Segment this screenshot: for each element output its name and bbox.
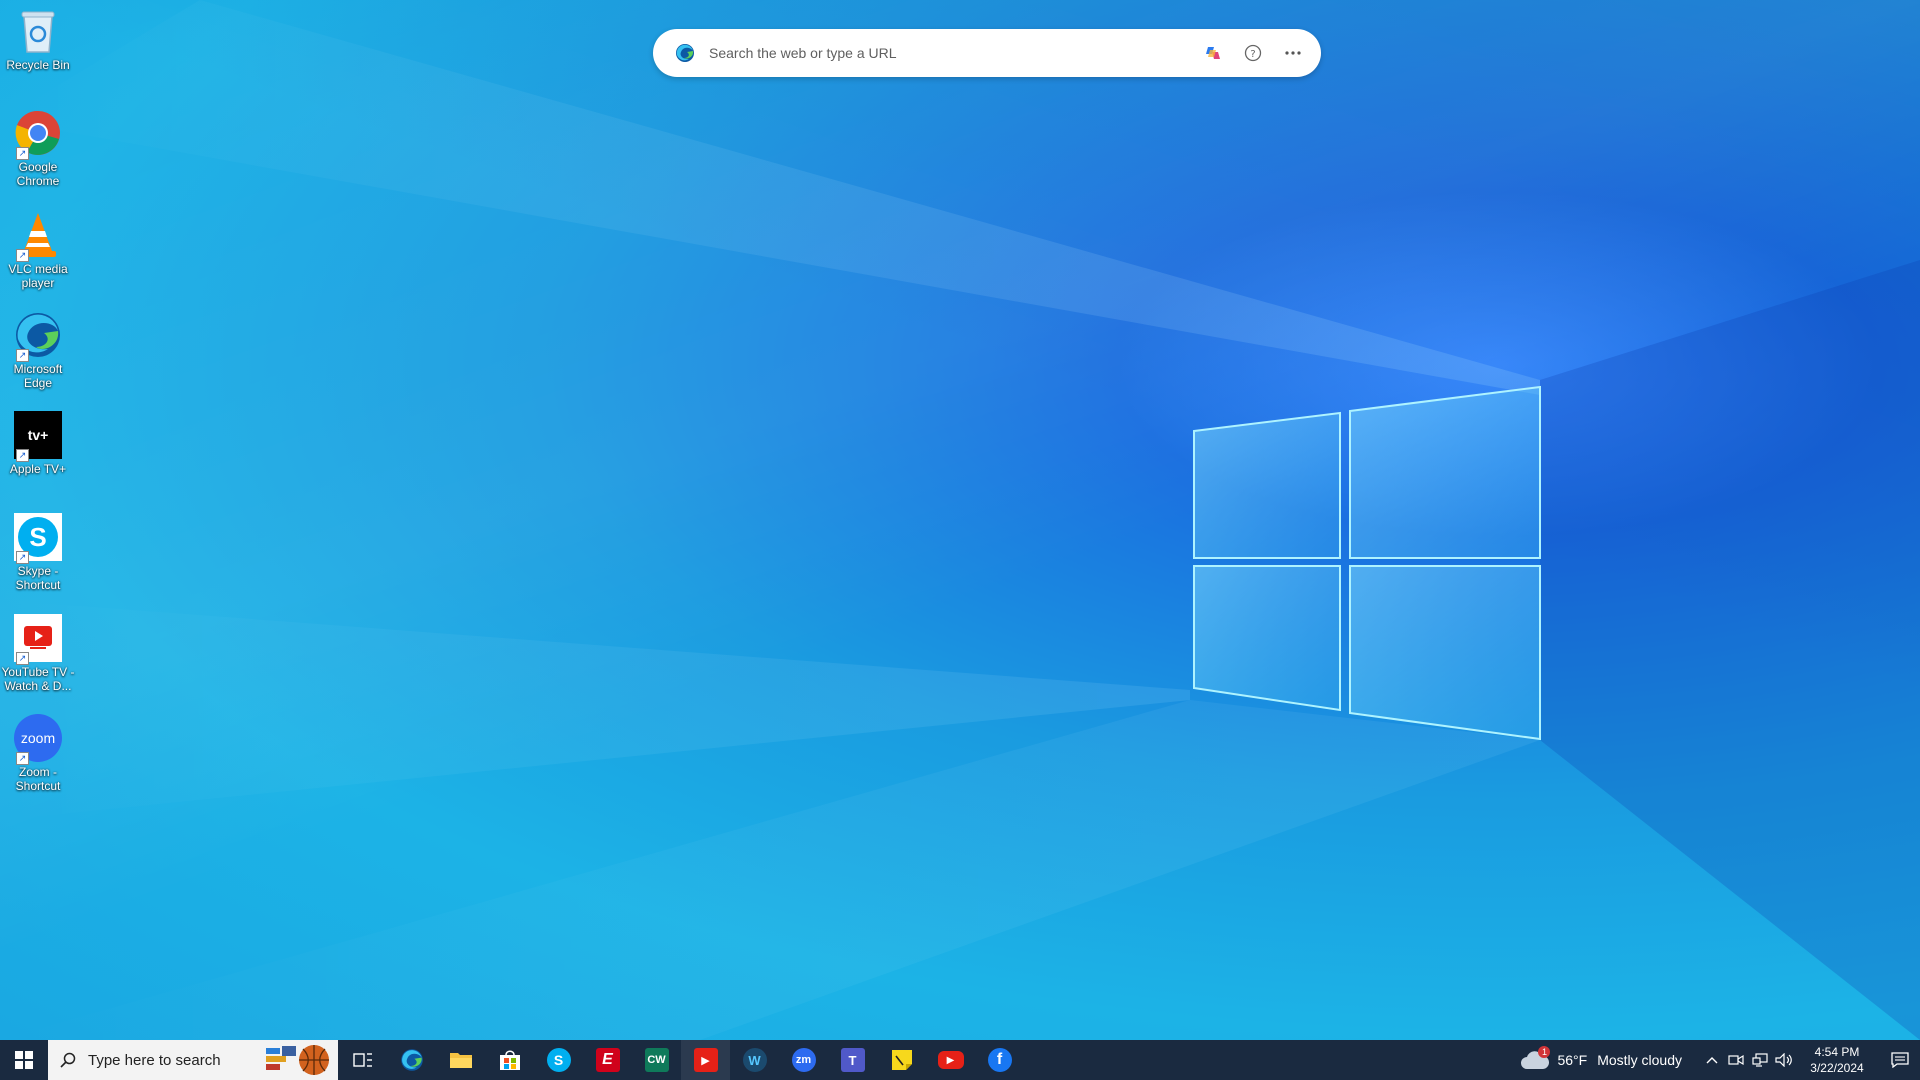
clock-date: 3/22/2024 [1810, 1061, 1864, 1075]
youtube-icon: ▶ [937, 1051, 964, 1069]
search-highlights-basketball-icon[interactable] [262, 1042, 334, 1078]
desktop-icon-label: VLC media player [8, 262, 68, 290]
taskbar-facebook[interactable]: f [975, 1040, 1024, 1080]
apple-tv-icon: tv+ ↗ [13, 410, 63, 462]
taskbar-zoom[interactable]: zm [779, 1040, 828, 1080]
weather-widget[interactable]: 1 56°F Mostly cloudy [1521, 1046, 1682, 1071]
apple-tv-glyph: tv+ [27, 427, 49, 443]
speaker-icon [1775, 1053, 1792, 1067]
desktop-icon-label: Apple TV+ [9, 462, 67, 476]
skype-icon: S [546, 1048, 571, 1072]
taskbar: S E CW ▶ W zm T ▶ f 1 [0, 1040, 1920, 1080]
edge-search-input[interactable] [707, 44, 1199, 62]
windows-start-icon [15, 1051, 33, 1069]
edge-logo-icon [676, 44, 694, 62]
network-icon [1752, 1053, 1768, 1067]
more-icon [1285, 51, 1301, 55]
edge-icon: ↗ [13, 310, 63, 362]
shortcut-arrow-icon: ↗ [16, 652, 29, 665]
store-icon [499, 1050, 520, 1070]
zoom-icon: zoom ↗ [13, 713, 63, 765]
taskbar-skype[interactable]: S [534, 1040, 583, 1080]
zoom-icon: zm [791, 1048, 816, 1072]
copilot-button[interactable] [1199, 39, 1227, 67]
taskbar-edge[interactable] [387, 1040, 436, 1080]
taskbar-youtube[interactable]: ▶ [926, 1040, 975, 1080]
system-tray: 1 56°F Mostly cloudy 4:54 PM 3/22/2024 [1521, 1040, 1920, 1080]
network-button[interactable] [1748, 1040, 1772, 1080]
svg-text:?: ? [1250, 49, 1255, 60]
desktop-icon-youtube-tv[interactable]: ↗ YouTube TV - Watch & D... [0, 613, 76, 693]
skype-icon: S ↗ [13, 512, 63, 564]
camera-icon [1728, 1054, 1744, 1066]
youtube-tv-icon: ↗ [13, 613, 63, 665]
windows-logo-wallpaper [1193, 385, 1541, 741]
meet-now-button[interactable] [1724, 1040, 1748, 1080]
shortcut-arrow-icon: ↗ [16, 349, 29, 362]
weather-temperature: 56°F [1557, 1052, 1588, 1068]
help-icon: ? [1244, 44, 1262, 62]
cw-icon: CW [644, 1048, 669, 1072]
search-icon [60, 1052, 76, 1068]
taskbar-search-input[interactable] [86, 1050, 250, 1070]
taskbar-cw[interactable]: CW [632, 1040, 681, 1080]
weather-condition: Mostly cloudy [1597, 1052, 1682, 1068]
clock[interactable]: 4:54 PM 3/22/2024 [1802, 1044, 1872, 1076]
edge-search-bar[interactable]: ? [653, 29, 1321, 77]
desktop-icon-recycle-bin[interactable]: Recycle Bin [0, 6, 76, 72]
desktop-icon-label: Microsoft Edge [13, 362, 63, 390]
shortcut-arrow-icon: ↗ [16, 147, 29, 160]
help-button[interactable]: ? [1239, 39, 1267, 67]
edge-icon [400, 1049, 423, 1071]
desktop[interactable]: Recycle Bin ↗ Google Chrome ↗ VLC media … [0, 0, 1920, 1040]
espn-icon: E [595, 1048, 620, 1072]
desktop-icon-skype[interactable]: S ↗ Skype - Shortcut [0, 512, 76, 592]
cloud-icon: 1 [1521, 1046, 1551, 1071]
webex-icon: W [742, 1048, 767, 1072]
desktop-icon-label: Google Chrome [16, 160, 60, 188]
taskbar-task-view[interactable] [338, 1040, 387, 1080]
volume-button[interactable] [1772, 1040, 1796, 1080]
chrome-icon: ↗ [13, 108, 63, 160]
desktop-icon-vlc[interactable]: ↗ VLC media player [0, 210, 76, 290]
copilot-icon [1206, 47, 1220, 59]
desktop-icon-label: YouTube TV - Watch & D... [1, 665, 75, 693]
more-options-button[interactable] [1279, 39, 1307, 67]
desktop-icon-apple-tv[interactable]: tv+ ↗ Apple TV+ [0, 410, 76, 476]
desktop-icon-microsoft-edge[interactable]: ↗ Microsoft Edge [0, 310, 76, 390]
sticky-notes-icon [891, 1050, 912, 1070]
folder-icon [449, 1053, 472, 1068]
taskbar-youtube-tv[interactable]: ▶ [681, 1040, 730, 1080]
youtube-tv-icon: ▶ [693, 1048, 718, 1072]
start-button[interactable] [0, 1040, 48, 1080]
desktop-icon-label: Zoom - Shortcut [15, 765, 61, 793]
desktop-icon-zoom[interactable]: zoom ↗ Zoom - Shortcut [0, 713, 76, 793]
taskbar-sticky-notes[interactable] [877, 1040, 926, 1080]
vlc-cone-icon: ↗ [13, 210, 63, 262]
desktop-icon-google-chrome[interactable]: ↗ Google Chrome [0, 108, 76, 188]
chevron-up-icon [1706, 1057, 1718, 1064]
wallpaper-beams [0, 0, 1920, 1040]
shortcut-arrow-icon: ↗ [16, 752, 29, 765]
shortcut-arrow-icon: ↗ [16, 449, 29, 462]
task-view-icon [352, 1053, 372, 1067]
shortcut-arrow-icon: ↗ [16, 551, 29, 564]
taskbar-teams[interactable]: T [828, 1040, 877, 1080]
taskbar-webex[interactable]: W [730, 1040, 779, 1080]
shortcut-arrow-icon: ↗ [16, 249, 29, 262]
desktop-icon-label: Skype - Shortcut [15, 564, 61, 592]
teams-icon: T [840, 1048, 865, 1072]
taskbar-espn[interactable]: E [583, 1040, 632, 1080]
facebook-icon: f [987, 1048, 1012, 1072]
recycle-bin-icon [13, 6, 63, 56]
taskbar-search-box[interactable] [48, 1040, 338, 1080]
taskbar-file-explorer[interactable] [436, 1040, 485, 1080]
notification-icon [1891, 1052, 1909, 1068]
taskbar-microsoft-store[interactable] [485, 1040, 534, 1080]
show-hidden-icons-button[interactable] [1700, 1040, 1724, 1080]
clock-time: 4:54 PM [1814, 1045, 1860, 1059]
desktop-icon-label: Recycle Bin [6, 58, 70, 72]
notification-center-button[interactable] [1880, 1040, 1920, 1080]
